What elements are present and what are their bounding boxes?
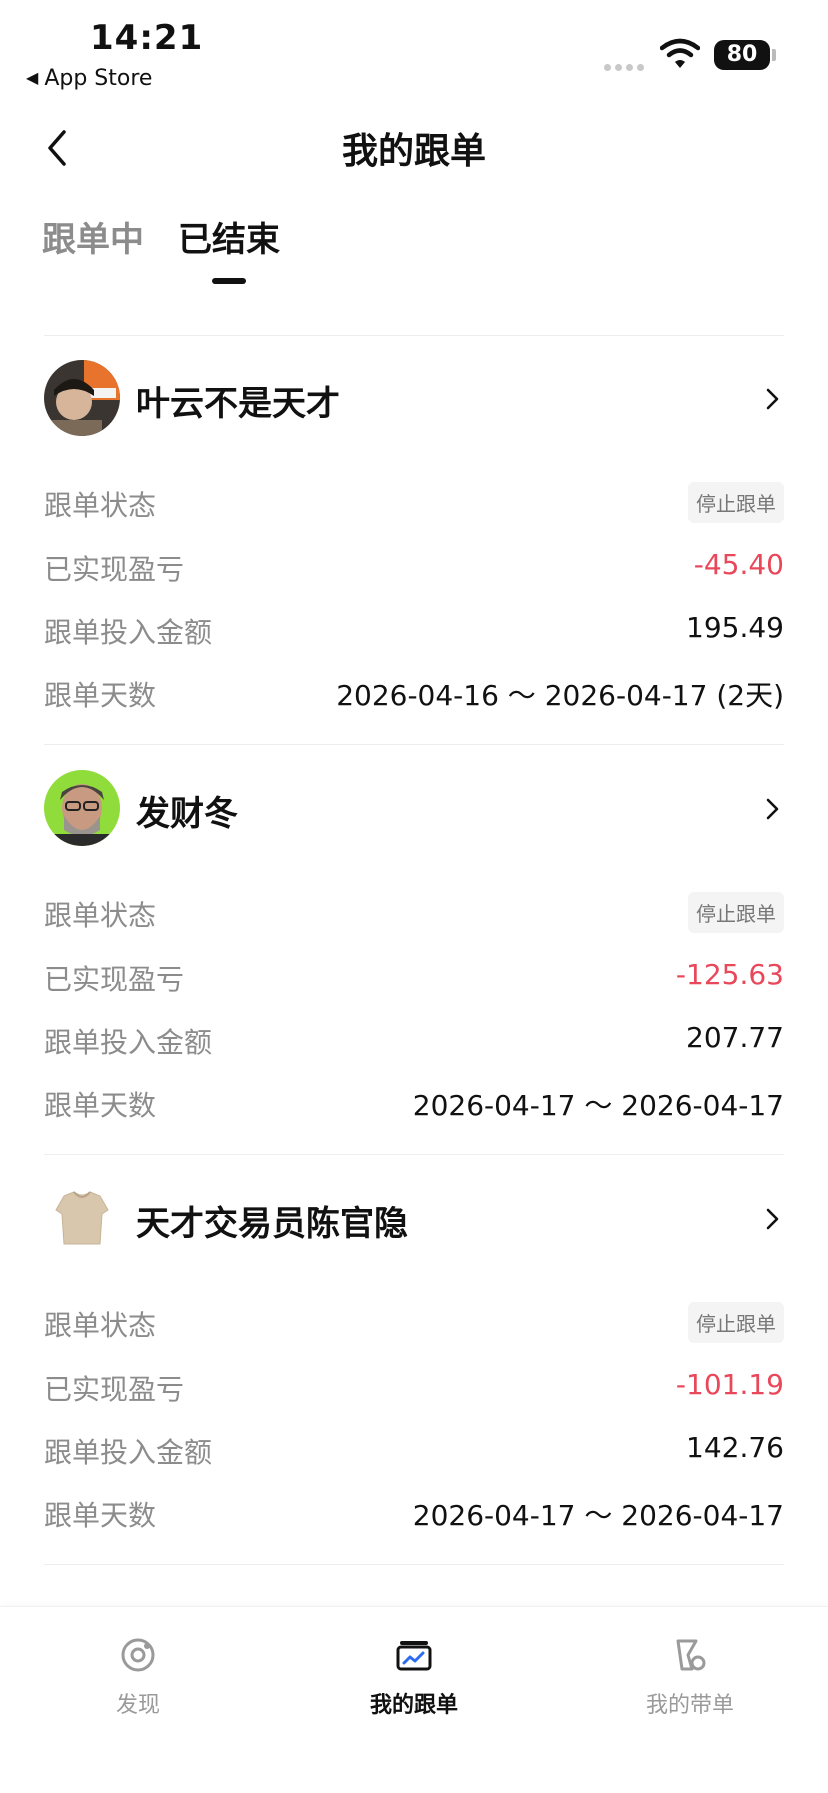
days-label: 跟单天数 xyxy=(44,679,157,712)
trader-name: 叶云不是天才 xyxy=(136,384,340,424)
tab-bar-top: 跟单中 已结束 xyxy=(0,212,828,292)
tab-ended[interactable]: 已结束 xyxy=(178,212,280,261)
back-app-label: App Store xyxy=(44,66,153,91)
amount-label: 跟单投入金额 xyxy=(44,1436,213,1469)
status-row: 跟单状态 停止跟单 xyxy=(44,482,784,524)
status-label: 跟单状态 xyxy=(44,1309,157,1342)
tab-my-lead-trades-label: 我的带单 xyxy=(645,1693,734,1718)
trader-avatar xyxy=(44,1180,120,1256)
list-divider xyxy=(44,335,784,336)
status-bar: 14:21 ◀ App Store 80 xyxy=(0,0,828,96)
days-label: 跟单天数 xyxy=(44,1089,157,1122)
copy-trade-icon xyxy=(396,1641,432,1671)
active-tab-indicator xyxy=(212,278,246,284)
trader-avatar xyxy=(44,360,120,436)
status-time: 14:21 xyxy=(90,18,204,58)
status-badge: 停止跟单 xyxy=(688,1302,784,1343)
amount-value: 195.49 xyxy=(686,611,784,644)
chevron-right-icon[interactable] xyxy=(760,794,784,824)
tab-discover[interactable]: 发现 xyxy=(48,1633,228,1719)
trader-card-header[interactable]: 发财冬 xyxy=(44,770,784,850)
back-triangle-icon: ◀ xyxy=(26,68,39,87)
tab-my-copy-trades[interactable]: 我的跟单 xyxy=(324,1633,504,1719)
card-divider xyxy=(44,1154,784,1155)
tab-my-copy-trades-label: 我的跟单 xyxy=(369,1693,458,1718)
amount-value: 142.76 xyxy=(686,1431,784,1464)
pnl-row: 已实现盈亏 -101.19 xyxy=(44,1368,784,1408)
pnl-value: -125.63 xyxy=(675,958,784,991)
cellular-signal-icon xyxy=(604,56,648,75)
amount-label: 跟单投入金额 xyxy=(44,1026,213,1059)
pnl-label: 已实现盈亏 xyxy=(44,553,185,586)
nav-bar: 我的跟单 xyxy=(0,108,828,188)
trader-card-header[interactable]: 叶云不是天才 xyxy=(44,360,784,440)
pnl-row: 已实现盈亏 -45.40 xyxy=(44,548,784,588)
chevron-right-icon[interactable] xyxy=(760,1204,784,1234)
tab-discover-label: 发现 xyxy=(115,1693,160,1718)
days-row: 跟单天数 2026-04-17 ～ 2026-04-17 xyxy=(44,1084,784,1124)
page-title: 我的跟单 xyxy=(341,131,486,172)
wifi-icon xyxy=(660,38,700,68)
amount-row: 跟单投入金额 207.77 xyxy=(44,1021,784,1061)
days-label: 跟单天数 xyxy=(44,1499,157,1532)
tab-following[interactable]: 跟单中 xyxy=(42,212,144,261)
trader-card[interactable]: 叶云不是天才 跟单状态 停止跟单 已实现盈亏 -45.40 跟单投入金额 195… xyxy=(44,360,784,760)
tab-my-lead-trades[interactable]: 我的带单 xyxy=(600,1633,780,1719)
discover-icon xyxy=(121,1638,155,1672)
bottom-tab-bar: 发现 我的跟单 我的带单 xyxy=(0,1606,828,1793)
days-value: 2026-04-17 ～ 2026-04-17 xyxy=(412,1499,784,1532)
trader-avatar xyxy=(44,770,120,846)
lead-trade-icon xyxy=(676,1639,706,1671)
pnl-value: -45.40 xyxy=(693,548,784,581)
trader-card-header[interactable]: 天才交易员陈官隐 xyxy=(44,1180,784,1260)
amount-label: 跟单投入金额 xyxy=(44,616,213,649)
pnl-value: -101.19 xyxy=(675,1368,784,1401)
amount-row: 跟单投入金额 142.76 xyxy=(44,1431,784,1471)
back-to-app-store-link[interactable]: ◀ App Store xyxy=(26,66,152,91)
chevron-right-icon[interactable] xyxy=(760,384,784,414)
status-badge: 停止跟单 xyxy=(688,892,784,933)
status-label: 跟单状态 xyxy=(44,489,157,522)
pnl-label: 已实现盈亏 xyxy=(44,1373,185,1406)
amount-value: 207.77 xyxy=(686,1021,784,1054)
trader-name: 天才交易员陈官隐 xyxy=(136,1204,408,1244)
card-divider xyxy=(44,1564,784,1565)
days-row: 跟单天数 2026-04-17 ～ 2026-04-17 xyxy=(44,1494,784,1534)
battery-indicator: 80 xyxy=(714,40,770,70)
amount-row: 跟单投入金额 195.49 xyxy=(44,611,784,651)
days-value: 2026-04-17 ～ 2026-04-17 xyxy=(412,1089,784,1122)
status-badge: 停止跟单 xyxy=(688,482,784,523)
pnl-label: 已实现盈亏 xyxy=(44,963,185,996)
days-row: 跟单天数 2026-04-16 ～ 2026-04-17 (2天) xyxy=(44,674,784,714)
trader-card[interactable]: 发财冬 跟单状态 停止跟单 已实现盈亏 -125.63 跟单投入金额 207.7… xyxy=(44,770,784,1170)
card-divider xyxy=(44,744,784,745)
trader-name: 发财冬 xyxy=(136,794,238,834)
days-value: 2026-04-16 ～ 2026-04-17 (2天) xyxy=(336,679,784,712)
status-row: 跟单状态 停止跟单 xyxy=(44,1302,784,1344)
pnl-row: 已实现盈亏 -125.63 xyxy=(44,958,784,998)
trader-card[interactable]: 天才交易员陈官隐 跟单状态 停止跟单 已实现盈亏 -101.19 跟单投入金额 … xyxy=(44,1180,784,1580)
battery-tip xyxy=(772,49,776,61)
status-label: 跟单状态 xyxy=(44,899,157,932)
status-row: 跟单状态 停止跟单 xyxy=(44,892,784,934)
